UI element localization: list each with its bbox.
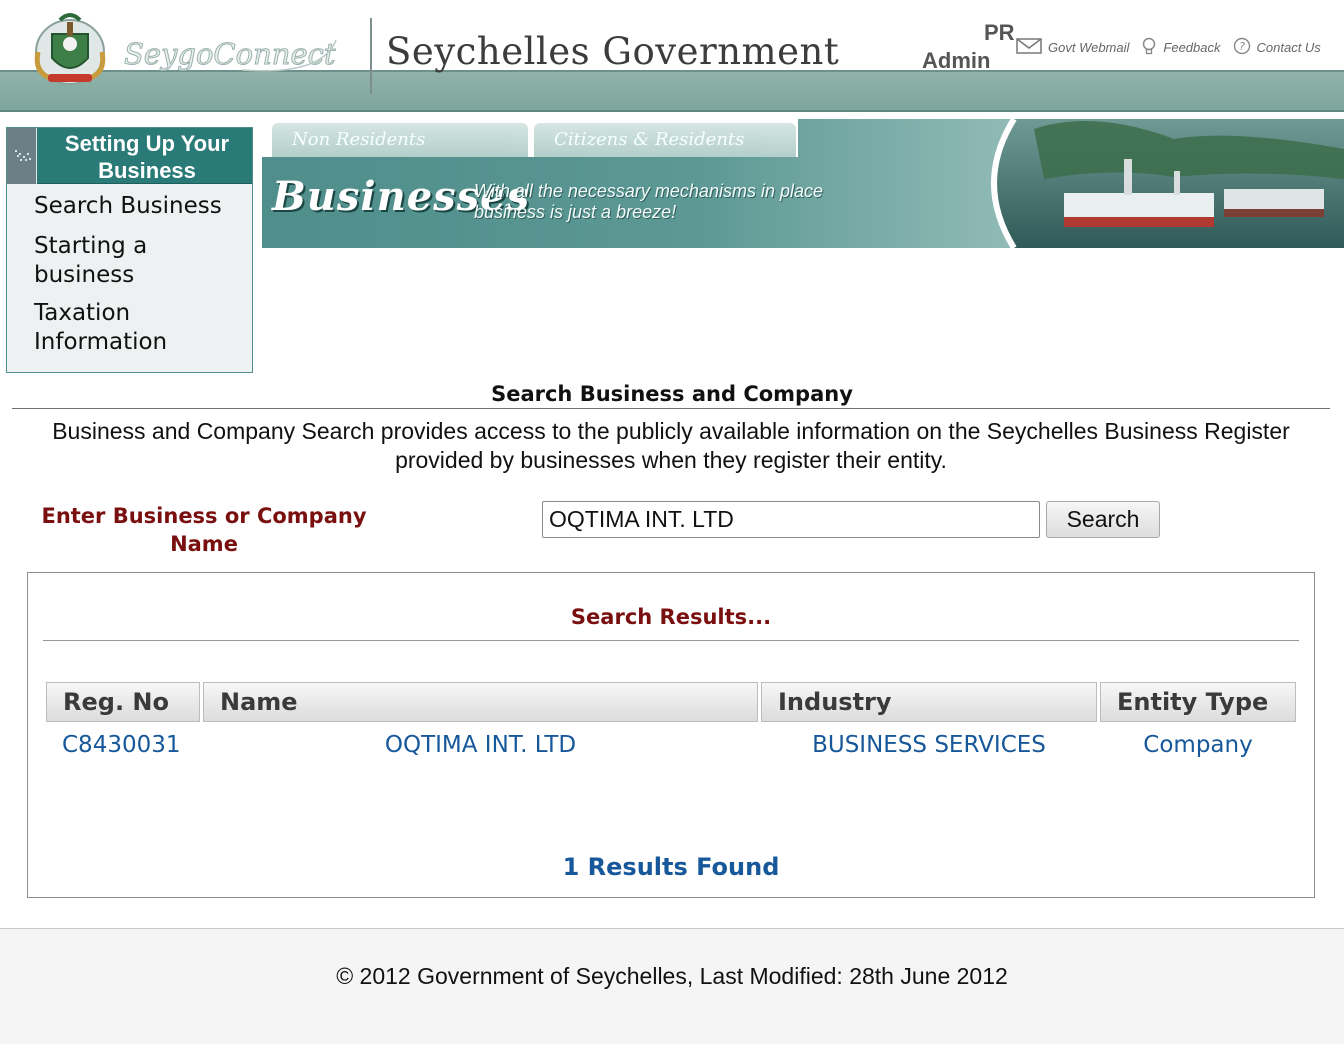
search-field-label: Enter Business or Company Name bbox=[41, 504, 367, 556]
footer-copyright: © 2012 Government of Seychelles, Last Mo… bbox=[336, 963, 1008, 989]
column-header-entity-type[interactable]: Entity Type bbox=[1100, 682, 1296, 722]
header-band bbox=[0, 70, 1344, 110]
contact-us-label: Contact Us bbox=[1256, 39, 1321, 55]
header-links: Govt Webmail Feedback ? Contact Us bbox=[1016, 37, 1333, 57]
column-header-reg-no[interactable]: Reg. No bbox=[46, 682, 200, 722]
sidebar-item-starting-business[interactable]: Starting a business bbox=[34, 232, 234, 290]
result-industry[interactable]: BUSINESS SERVICES bbox=[761, 729, 1097, 761]
results-heading: Search Results... bbox=[570, 605, 772, 629]
search-results-panel: Search Results... Reg. No Name Industry … bbox=[27, 572, 1315, 898]
column-header-industry[interactable]: Industry bbox=[761, 682, 1097, 722]
result-reg-no[interactable]: C8430031 bbox=[46, 729, 200, 761]
sparkle-icon bbox=[15, 150, 31, 161]
feedback-label: Feedback bbox=[1163, 39, 1221, 55]
page-footer: © 2012 Government of Seychelles, Last Mo… bbox=[0, 928, 1344, 1044]
brand-divider bbox=[370, 18, 372, 94]
ships-harbour-image bbox=[991, 119, 1344, 248]
banner-tagline: With all the necessary mechanisms in pla… bbox=[474, 181, 823, 222]
business-name-search-input[interactable] bbox=[542, 501, 1040, 538]
site-header: SeygoConnect Seychelles Government PR Ad… bbox=[0, 0, 1344, 112]
feedback-link[interactable]: Feedback bbox=[1141, 37, 1221, 58]
sidebar-menu: Setting Up Your Business Search Business… bbox=[6, 127, 253, 373]
result-name[interactable]: OQTIMA INT. LTD bbox=[203, 729, 758, 761]
tab-non-residents[interactable]: Non Residents bbox=[272, 123, 528, 157]
title-divider bbox=[12, 408, 1330, 409]
banner-tab-strip: Non Residents Citizens & Residents bbox=[262, 119, 798, 157]
mail-icon bbox=[1016, 37, 1042, 57]
contact-us-link[interactable]: ? Contact Us bbox=[1233, 37, 1321, 58]
user-role: Admin bbox=[922, 48, 991, 73]
results-count: 1 Results Found bbox=[562, 853, 780, 881]
results-divider bbox=[43, 640, 1299, 641]
sidebar-title: Setting Up Your Business bbox=[64, 131, 230, 183]
govt-webmail-link[interactable]: Govt Webmail bbox=[1016, 37, 1130, 57]
govt-webmail-label: Govt Webmail bbox=[1048, 39, 1130, 55]
seygoconnect-logo[interactable]: SeygoConnect bbox=[122, 32, 342, 76]
coat-of-arms-logo[interactable] bbox=[30, 8, 110, 90]
column-header-name[interactable]: Name bbox=[203, 682, 758, 722]
svg-text:?: ? bbox=[1239, 40, 1245, 53]
help-icon: ? bbox=[1233, 37, 1251, 58]
sidebar-item-search-business[interactable]: Search Business bbox=[34, 192, 222, 221]
tab-citizens-residents[interactable]: Citizens & Residents bbox=[534, 123, 796, 157]
header-divider bbox=[0, 110, 1344, 112]
user-initials: PR bbox=[984, 20, 1015, 45]
sidebar-header: Setting Up Your Business bbox=[7, 128, 252, 184]
intro-text: Business and Company Search provides acc… bbox=[52, 418, 1290, 473]
result-entity-type[interactable]: Company bbox=[1100, 729, 1296, 761]
search-button[interactable]: Search bbox=[1046, 501, 1160, 538]
site-title: Seychelles Government bbox=[386, 30, 840, 73]
lightbulb-icon bbox=[1141, 37, 1157, 58]
businesses-banner: Non Residents Citizens & Residents Busin… bbox=[262, 119, 1344, 248]
page-title: Search Business and Company bbox=[491, 382, 853, 406]
sidebar-header-icon-box bbox=[7, 128, 37, 184]
sidebar-item-taxation-information[interactable]: Taxation Information bbox=[34, 299, 234, 357]
